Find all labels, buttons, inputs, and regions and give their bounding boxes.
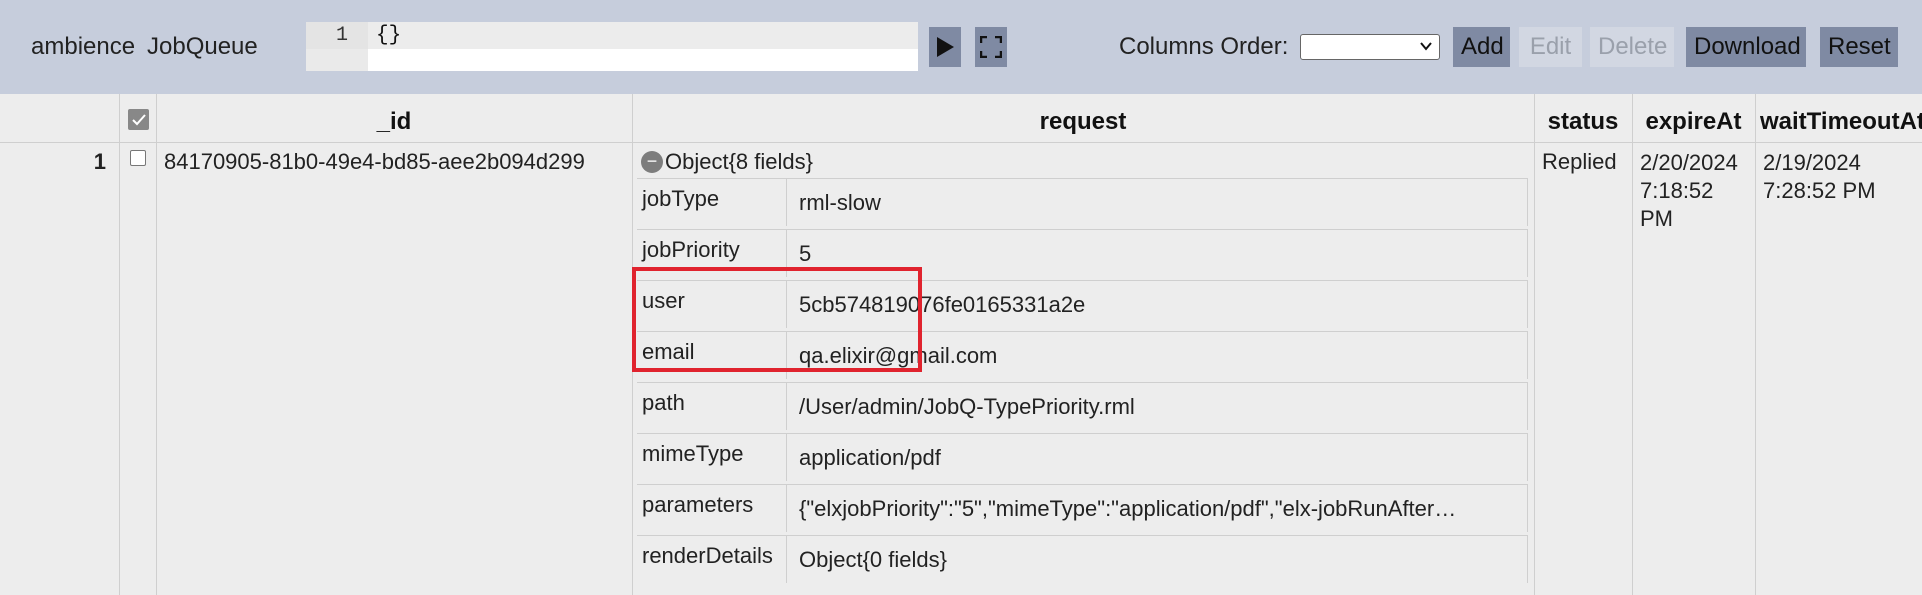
- check-icon: [131, 113, 146, 125]
- database-name: ambience: [31, 33, 136, 60]
- collection-name: JobQueue: [147, 33, 258, 60]
- request-field-row: jobType rml-slow: [637, 178, 1528, 226]
- field-value[interactable]: rml-slow: [799, 190, 881, 216]
- collapse-icon[interactable]: −: [641, 151, 663, 173]
- request-field-row: path /User/admin/JobQ-TypePriority.rml: [637, 382, 1528, 430]
- field-key: renderDetails: [642, 543, 773, 568]
- expireat-date: 2/20/2024: [1640, 150, 1738, 175]
- field-key: email: [642, 339, 695, 364]
- run-query-button[interactable]: [929, 27, 961, 67]
- request-object-summary[interactable]: Object{8 fields}: [665, 149, 813, 175]
- field-value[interactable]: 5: [799, 241, 811, 267]
- field-key: jobPriority: [642, 237, 740, 262]
- column-header-status[interactable]: status: [1534, 108, 1632, 136]
- field-key: jobType: [642, 186, 720, 211]
- column-header-expireat[interactable]: expireAt: [1632, 108, 1755, 136]
- query-text[interactable]: {}: [376, 22, 401, 49]
- results-grid: _id request status expireAt waitTimeoutA…: [0, 94, 1922, 595]
- row-checkbox[interactable]: [130, 150, 146, 166]
- query-editor[interactable]: 1 {}: [306, 22, 918, 71]
- field-key: user: [642, 288, 685, 313]
- select-all-checkbox[interactable]: [128, 109, 149, 130]
- play-icon: [937, 37, 954, 57]
- header-divider: [0, 142, 1922, 143]
- add-button[interactable]: Add: [1453, 27, 1510, 67]
- cell-waittimeoutat[interactable]: 2/19/2024 7:28:52 PM: [1763, 149, 1876, 205]
- toolbar: ambience JobQueue 1 {} Columns Order: Ad…: [0, 0, 1922, 94]
- columns-order-select[interactable]: [1300, 34, 1440, 60]
- columns-order-label: Columns Order:: [1119, 33, 1289, 60]
- field-value[interactable]: application/pdf: [799, 445, 941, 471]
- download-button[interactable]: Download: [1686, 27, 1806, 67]
- request-field-row: renderDetails Object{0 fields}: [637, 535, 1528, 583]
- column-divider: [632, 94, 633, 595]
- fullscreen-button[interactable]: [975, 27, 1007, 67]
- fullscreen-icon: [980, 36, 1002, 58]
- query-active-line: [368, 22, 918, 49]
- cell-id[interactable]: 84170905-81b0-49e4-bd85-aee2b094d299: [164, 149, 585, 175]
- field-value[interactable]: qa.elixir@gmail.com: [799, 343, 997, 369]
- expireat-time: 7:18:52: [1640, 178, 1714, 203]
- column-divider: [1632, 94, 1633, 595]
- field-value[interactable]: {"elxjobPriority":"5","mimeType":"applic…: [799, 496, 1456, 522]
- waittimeoutat-time: 7:28:52 PM: [1763, 178, 1876, 203]
- cell-status[interactable]: Replied: [1542, 149, 1617, 175]
- field-key: path: [642, 390, 685, 415]
- column-header-request[interactable]: request: [632, 108, 1534, 136]
- request-field-row: parameters {"elxjobPriority":"5","mimeTy…: [637, 484, 1528, 532]
- delete-button[interactable]: Delete: [1590, 27, 1674, 67]
- chevron-down-icon: [1420, 42, 1432, 51]
- field-key: parameters: [642, 492, 754, 517]
- column-header-waittimeoutat[interactable]: waitTimeoutAt: [1760, 108, 1922, 136]
- waittimeoutat-date: 2/19/2024: [1763, 150, 1861, 175]
- request-field-row: email qa.elixir@gmail.com: [637, 331, 1528, 379]
- query-line-number: 1: [306, 22, 368, 49]
- request-field-row: user 5cb574819076fe0165331a2e: [637, 280, 1528, 328]
- row-number: 1: [93, 149, 106, 174]
- reset-button[interactable]: Reset: [1820, 27, 1898, 67]
- expireat-ampm: PM: [1640, 206, 1673, 231]
- column-divider: [156, 94, 157, 595]
- edit-button[interactable]: Edit: [1519, 27, 1582, 67]
- column-divider: [1534, 94, 1535, 595]
- request-field-row: mimeType application/pdf: [637, 433, 1528, 481]
- column-header-id[interactable]: _id: [156, 108, 632, 136]
- column-divider: [1755, 94, 1756, 595]
- field-value[interactable]: 5cb574819076fe0165331a2e: [799, 292, 1085, 318]
- field-value[interactable]: /User/admin/JobQ-TypePriority.rml: [799, 394, 1135, 420]
- field-value[interactable]: Object{0 fields}: [799, 547, 947, 573]
- field-key: mimeType: [642, 441, 744, 466]
- column-divider: [119, 94, 120, 595]
- cell-expireat[interactable]: 2/20/2024 7:18:52 PM: [1640, 149, 1738, 233]
- request-field-row: jobPriority 5: [637, 229, 1528, 277]
- query-gutter: [306, 49, 368, 71]
